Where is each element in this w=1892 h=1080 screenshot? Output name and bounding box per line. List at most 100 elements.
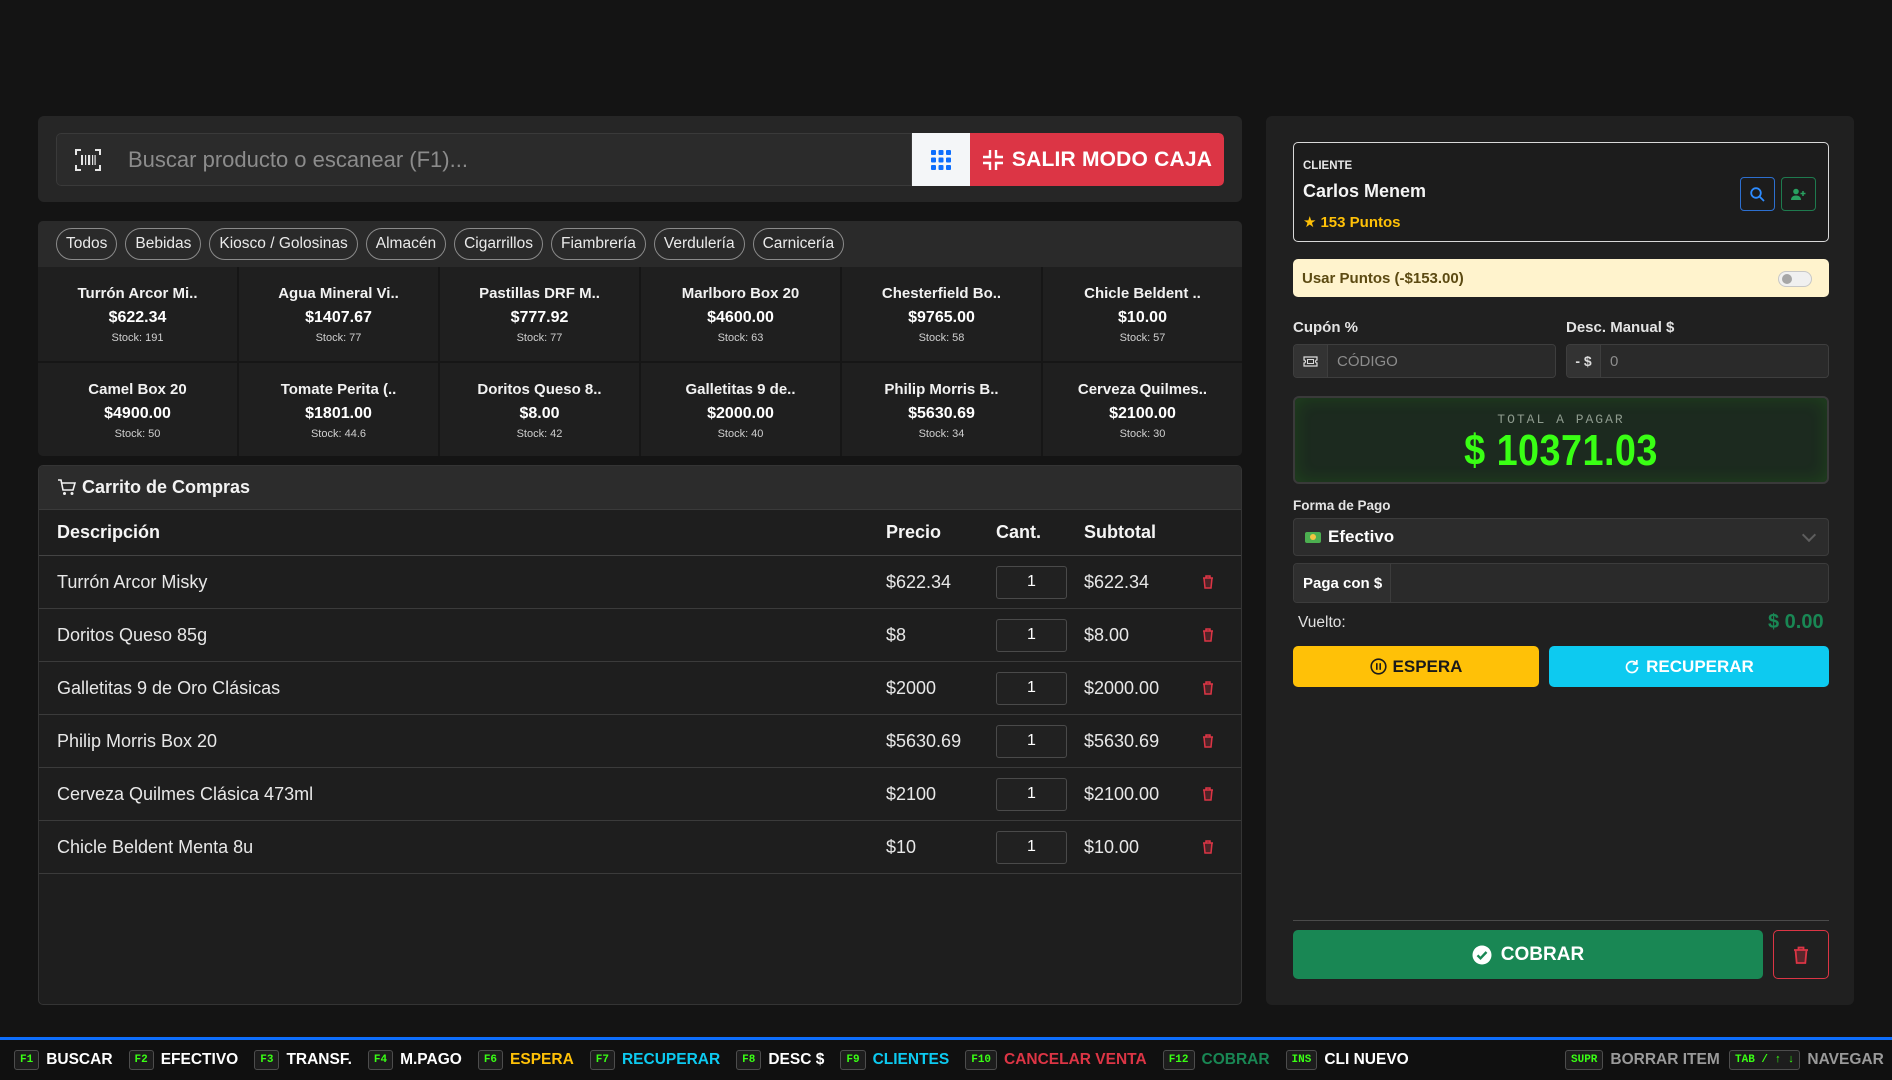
shortcut-f4[interactable]: F4 M.PAGO — [367, 1050, 462, 1070]
product-card[interactable]: Pastillas DRF M.. $777.92 Stock: 77 — [440, 267, 639, 361]
shortcut-f7[interactable]: F7 RECUPERAR — [589, 1050, 721, 1070]
pay-with-input[interactable] — [1391, 564, 1828, 602]
shortcut-supr[interactable]: SUPR BORRAR ITEM — [1565, 1040, 1720, 1080]
product-card[interactable]: Chesterfield Bo.. $9765.00 Stock: 58 — [842, 267, 1041, 361]
product-stock: Stock: 63 — [717, 332, 764, 344]
charge-button[interactable]: COBRAR — [1293, 930, 1763, 979]
category-carniceria[interactable]: Carnicería — [752, 228, 845, 260]
delete-item-button[interactable] — [1202, 840, 1241, 854]
search-input[interactable] — [118, 133, 912, 186]
quantity-input[interactable] — [996, 830, 1067, 864]
product-name: Chesterfield Bo.. — [881, 285, 1002, 302]
shortcut-f8[interactable]: F8 DESC $ — [736, 1050, 824, 1070]
coupon-label: Cupón % — [1293, 319, 1358, 336]
barcode-scan-button[interactable] — [56, 133, 118, 186]
shortcut-f2[interactable]: F2 EFECTIVO — [128, 1050, 238, 1070]
product-card[interactable]: Cerveza Quilmes.. $2100.00 Stock: 30 — [1043, 362, 1242, 456]
product-price: $4600.00 — [707, 309, 774, 326]
cart-panel: Carrito de Compras Descripción Precio Ca… — [38, 465, 1242, 1005]
shortcut-key: F10 — [965, 1050, 998, 1070]
category-todos[interactable]: Todos — [56, 228, 118, 260]
grid-icon — [931, 149, 951, 170]
quantity-input[interactable] — [996, 671, 1067, 705]
product-card[interactable]: Chicle Beldent .. $10.00 Stock: 57 — [1043, 267, 1242, 361]
product-card[interactable]: Tomate Perita (.. $1801.00 Stock: 44.6 — [239, 362, 438, 456]
product-card[interactable]: Galletitas 9 de.. $2000.00 Stock: 40 — [641, 362, 840, 456]
shortcut-key: F8 — [736, 1050, 762, 1070]
use-points-toggle[interactable] — [1778, 271, 1812, 287]
delete-item-button[interactable] — [1202, 628, 1241, 642]
product-card[interactable]: Doritos Queso 8.. $8.00 Stock: 42 — [440, 362, 639, 456]
delete-item-button[interactable] — [1202, 681, 1241, 695]
shortcut-label: CLI NUEVO — [1324, 1051, 1409, 1068]
shortcut-key: F2 — [128, 1050, 154, 1070]
product-card[interactable]: Marlboro Box 20 $4600.00 Stock: 63 — [641, 267, 840, 361]
recover-sale-button[interactable]: RECUPERAR — [1549, 646, 1829, 687]
cart-item-subtotal: $8.00 — [1084, 624, 1130, 645]
payment-method-value: Efectivo — [1328, 527, 1395, 546]
product-card[interactable]: Camel Box 20 $4900.00 Stock: 50 — [38, 362, 237, 456]
coupon-input[interactable] — [1328, 345, 1555, 377]
exit-cash-mode-button[interactable]: SALIR MODO CAJA — [970, 133, 1224, 186]
category-kiosco-golosinas[interactable]: Kiosco / Golosinas — [209, 228, 358, 260]
column-header-description: Descripción — [57, 522, 161, 542]
cash-icon — [1305, 531, 1321, 543]
shortcut-tab[interactable]: TAB / ↑ ↓ NAVEGAR — [1729, 1040, 1884, 1080]
use-points-box[interactable]: Usar Puntos (-$153.00) — [1293, 259, 1829, 297]
quantity-input[interactable] — [996, 618, 1067, 652]
shortcut-label: DESC $ — [768, 1051, 825, 1068]
payment-method-select[interactable]: Efectivo — [1293, 518, 1829, 556]
category-verduleria[interactable]: Verdulería — [653, 228, 745, 260]
shortcut-ins[interactable]: INS CLI NUEVO — [1285, 1050, 1409, 1070]
product-card[interactable]: Turrón Arcor Mi.. $622.34 Stock: 191 — [38, 267, 237, 361]
shortcut-f6[interactable]: F6 ESPERA — [477, 1050, 574, 1070]
client-card: CLIENTE Carlos Menem ★ 153 Puntos — [1293, 142, 1829, 242]
product-price: $8.00 — [519, 404, 560, 422]
shortcut-label: ESPERA — [510, 1051, 574, 1068]
product-card[interactable]: Philip Morris B.. $5630.69 Stock: 34 — [842, 362, 1041, 456]
cart-item-description: Chicle Beldent Menta 8u — [57, 836, 254, 857]
delete-item-button[interactable] — [1202, 787, 1241, 801]
product-grid-button[interactable] — [912, 133, 970, 186]
category-bebidas[interactable]: Bebidas — [125, 228, 202, 260]
cancel-sale-button[interactable] — [1773, 930, 1829, 979]
quantity-input[interactable] — [996, 724, 1067, 758]
trash-icon — [1203, 734, 1213, 748]
shortcut-key: F12 — [1162, 1050, 1195, 1070]
add-client-button[interactable] — [1781, 177, 1816, 211]
column-header-price: Precio — [886, 522, 942, 542]
quantity-input[interactable] — [996, 777, 1067, 811]
pay-with-label: Paga con $ — [1294, 564, 1391, 602]
product-stock: Stock: 58 — [918, 332, 965, 344]
delete-item-button[interactable] — [1202, 575, 1241, 589]
shortcut-label: NAVEGAR — [1807, 1051, 1884, 1068]
cart-item-price: $8 — [886, 624, 907, 645]
quantity-input[interactable] — [996, 565, 1067, 599]
shortcut-f3[interactable]: F3 TRANSF. — [254, 1050, 352, 1070]
client-points-label: 153 Puntos — [1320, 213, 1401, 231]
category-fiambreria[interactable]: Fiambrería — [550, 228, 646, 260]
category-cigarrillos[interactable]: Cigarrillos — [454, 228, 543, 260]
shortcut-f9[interactable]: F9 CLIENTES — [840, 1050, 949, 1070]
product-card[interactable]: Agua Mineral Vi.. $1407.67 Stock: 77 — [239, 267, 438, 361]
category-almacen[interactable]: Almacén — [365, 228, 447, 260]
cart-row: Turrón Arcor Misky $622.34 $622.34 — [39, 556, 1241, 609]
exit-cash-mode-label: SALIR MODO CAJA — [1011, 147, 1213, 171]
shortcut-label: RECUPERAR — [621, 1051, 721, 1068]
product-name: Pastillas DRF M.. — [479, 285, 600, 302]
shortcut-key: INS — [1285, 1050, 1318, 1070]
cart-item-subtotal: $2000.00 — [1084, 677, 1160, 698]
cart-icon — [58, 479, 76, 495]
cart-row: Doritos Queso 85g $8 $8.00 — [39, 609, 1241, 662]
check-circle-icon — [1472, 945, 1492, 964]
shortcut-f12[interactable]: F12 COBRAR — [1162, 1050, 1270, 1070]
delete-item-button[interactable] — [1202, 734, 1241, 748]
shortcut-f10[interactable]: F10 CANCELAR VENTA — [965, 1050, 1147, 1070]
manual-discount-label: Desc. Manual $ — [1566, 319, 1675, 336]
product-name: Cerveza Quilmes.. — [1077, 380, 1208, 398]
hold-sale-button[interactable]: ESPERA — [1293, 646, 1539, 687]
use-points-label: Usar Puntos (-$153.00) — [1302, 269, 1464, 287]
manual-discount-input[interactable] — [1601, 345, 1828, 377]
search-client-button[interactable] — [1740, 177, 1775, 211]
shortcut-f1[interactable]: F1 BUSCAR — [14, 1050, 113, 1070]
